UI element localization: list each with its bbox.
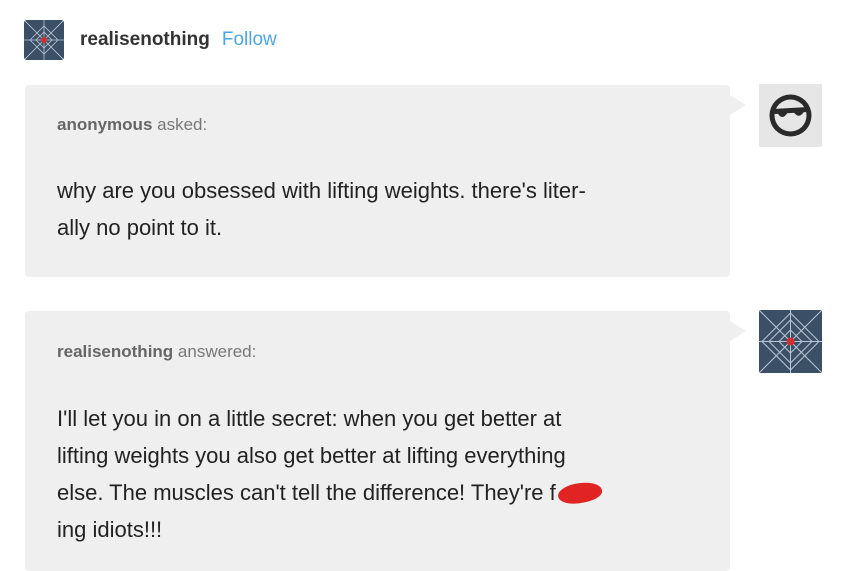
censor-scribble	[556, 478, 604, 508]
spiderweb-avatar-icon	[24, 20, 64, 60]
question-text: why are you obsessed with lifting weight…	[57, 172, 586, 246]
spiderweb-avatar-icon	[759, 310, 822, 373]
answer-bubble: realisenothing answered: I'll let you in…	[25, 311, 746, 571]
question-line: why are you obsessed with lifting weight…	[57, 178, 586, 203]
post-header: realisenothing Follow	[24, 20, 277, 60]
answer-line: lifting weights you also get better at l…	[57, 443, 566, 468]
answer-line: I'll let you in on a little secret: when…	[57, 406, 562, 431]
sunglasses-face-icon	[759, 84, 822, 147]
bubble-tail	[730, 321, 746, 341]
responder-verb: answered:	[177, 342, 257, 361]
blog-username[interactable]: realisenothing	[80, 29, 210, 51]
asker-verb: asked:	[157, 115, 208, 134]
responder-line: realisenothing answered:	[57, 342, 256, 362]
blog-avatar[interactable]	[24, 20, 64, 60]
question-bubble: anonymous asked: why are you obsessed wi…	[25, 85, 746, 277]
answer-line-with-censor: else. The muscles can't tell the differe…	[57, 474, 604, 511]
follow-button[interactable]: Follow	[222, 29, 277, 51]
bubble-tail	[730, 95, 746, 115]
responder-avatar	[759, 310, 822, 373]
asker-line: anonymous asked:	[57, 115, 207, 135]
question-line: ally no point to it.	[57, 215, 223, 240]
anonymous-avatar	[759, 84, 822, 147]
responder-name[interactable]: realisenothing	[57, 342, 173, 361]
answer-line: ing idiots!!!	[57, 517, 163, 542]
answer-line: else. The muscles can't tell the differe…	[57, 480, 556, 505]
answer-text: I'll let you in on a little secret: when…	[57, 400, 604, 548]
asker-name[interactable]: anonymous	[57, 115, 152, 134]
